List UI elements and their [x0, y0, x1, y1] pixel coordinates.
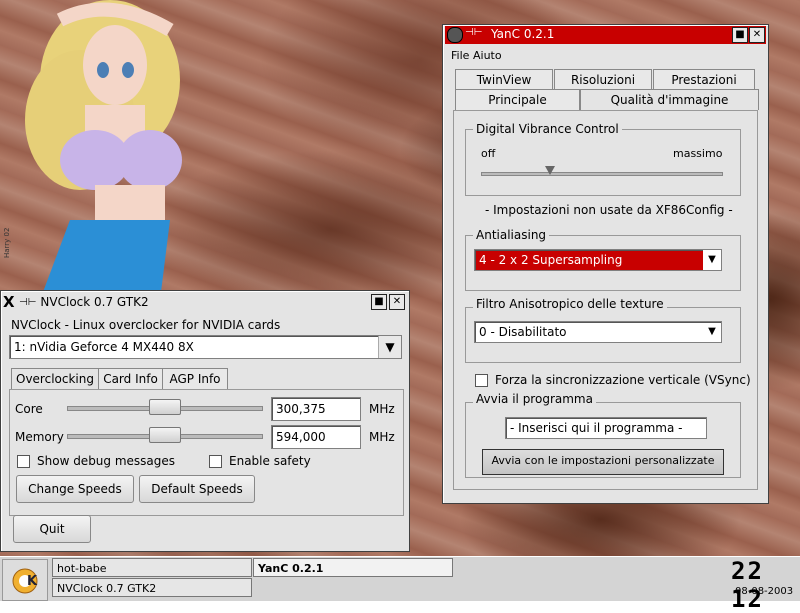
pin-icon[interactable]: ⊣⊢ — [465, 27, 482, 38]
tab-label: TwinView — [476, 73, 532, 87]
window-title: NVClock 0.7 GTK2 — [40, 295, 149, 309]
clock-date: 08-08-2003 — [735, 586, 794, 597]
svg-text:K: K — [27, 574, 38, 589]
task-label: YanC 0.2.1 — [258, 562, 324, 575]
program-input-value: - Inserisci qui il programma - — [510, 421, 683, 435]
task-yanc[interactable]: YanC 0.2.1 — [253, 558, 453, 577]
chevron-down-icon[interactable]: ▼ — [703, 250, 721, 270]
program-input[interactable]: - Inserisci qui il programma - — [505, 417, 707, 439]
safety-label: Enable safety — [229, 454, 311, 468]
task-hot-babe[interactable]: hot-babe — [52, 558, 252, 577]
chevron-down-icon[interactable]: ▼ — [378, 336, 401, 358]
tab-label: Qualità d'immagine — [610, 93, 729, 107]
memory-label: Memory — [15, 430, 64, 444]
app-subtitle: NVClock - Linux overclocker for NVIDIA c… — [11, 318, 281, 332]
tab-principale[interactable]: Principale — [455, 89, 580, 110]
tab-twinview[interactable]: TwinView — [455, 69, 553, 90]
x-logo-icon[interactable]: X — [3, 293, 17, 311]
dvc-group — [465, 129, 741, 196]
tab-label: Principale — [488, 93, 547, 107]
default-speeds-button[interactable]: Default Speeds — [139, 475, 255, 503]
core-input[interactable]: 300,375 — [271, 397, 361, 421]
task-label: hot-babe — [57, 562, 107, 575]
close-button[interactable]: ✕ — [749, 27, 765, 43]
debug-label: Show debug messages — [37, 454, 176, 468]
chevron-down-icon[interactable]: ▼ — [703, 322, 721, 342]
tab-prestazioni[interactable]: Prestazioni — [653, 69, 755, 90]
vsync-label: Forza la sincronizzazione verticale (VSy… — [495, 373, 751, 387]
launch-button[interactable]: Avvia con le impostazioni personalizzate — [482, 449, 724, 475]
debug-checkbox[interactable] — [17, 455, 30, 468]
memory-slider-thumb[interactable] — [149, 427, 181, 443]
wallpaper-signature: Harry 02 — [3, 227, 11, 258]
clock[interactable]: 22 12 08-08-2003 — [729, 557, 799, 613]
window-title: YanC 0.2.1 — [491, 27, 555, 41]
clock-time: 22 12 — [731, 557, 764, 613]
nvclock-window: X ⊣⊢ NVClock 0.7 GTK2 ■ ✕ NVClock - Linu… — [0, 290, 410, 552]
aniso-value: 0 - Disabilitato — [479, 325, 567, 339]
yanc-titlebar[interactable]: ⊣⊢ YanC 0.2.1 ■ ✕ — [445, 26, 766, 44]
menu-file[interactable]: File — [451, 49, 469, 62]
memory-unit: MHz — [369, 430, 395, 444]
core-value: 300,375 — [276, 402, 326, 416]
quit-button[interactable]: Quit — [13, 515, 91, 543]
tab-risoluzioni[interactable]: Risoluzioni — [554, 69, 652, 90]
anime-girl-wallpaper — [25, 0, 182, 300]
tab-card-info[interactable]: Card Info — [98, 368, 163, 389]
antialiasing-select[interactable]: 4 - 2 x 2 Supersampling ▼ — [474, 249, 722, 271]
core-label: Core — [15, 402, 43, 416]
antialiasing-group-label: Antialiasing — [473, 228, 550, 242]
launch-group-label: Avvia il programma — [473, 392, 596, 406]
memory-input[interactable]: 594,000 — [271, 425, 361, 449]
menu-aiuto[interactable]: Aiuto — [473, 49, 502, 62]
maximize-button[interactable]: ■ — [732, 27, 748, 43]
kde-menu-button[interactable]: K — [2, 559, 48, 601]
card-select[interactable]: 1: nVidia Geforce 4 MX440 8X ▼ — [9, 335, 402, 359]
tab-label: Card Info — [103, 372, 158, 386]
safety-checkbox[interactable] — [209, 455, 222, 468]
xf86-note: - Impostazioni non usate da XF86Config - — [485, 203, 733, 217]
tab-label: Overclocking — [16, 372, 94, 386]
tab-agp-info[interactable]: AGP Info — [162, 368, 228, 389]
maximize-button[interactable]: ■ — [371, 294, 387, 310]
aniso-select[interactable]: 0 - Disabilitato ▼ — [474, 321, 722, 343]
antialiasing-value: 4 - 2 x 2 Supersampling — [479, 253, 623, 267]
dvc-slider-thumb[interactable] — [545, 166, 556, 175]
tab-overclocking[interactable]: Overclocking — [11, 368, 99, 389]
tab-label: Prestazioni — [671, 73, 737, 87]
dvc-off-label: off — [481, 147, 496, 160]
task-nvclock[interactable]: NVClock 0.7 GTK2 — [52, 578, 252, 597]
x-logo-icon[interactable] — [447, 27, 463, 43]
taskbar: K hot-babe NVClock 0.7 GTK2 YanC 0.2.1 2… — [0, 556, 800, 613]
task-label: NVClock 0.7 GTK2 — [57, 582, 157, 595]
tab-label: AGP Info — [169, 372, 221, 386]
memory-value: 594,000 — [276, 430, 326, 444]
dvc-slider-track[interactable] — [481, 172, 723, 176]
aniso-group-label: Filtro Anisotropico delle texture — [473, 297, 667, 311]
nvclock-titlebar[interactable]: X ⊣⊢ NVClock 0.7 GTK2 ■ ✕ — [3, 293, 407, 311]
change-speeds-button[interactable]: Change Speeds — [16, 475, 134, 503]
tab-label: Risoluzioni — [570, 73, 636, 87]
vsync-checkbox[interactable] — [475, 374, 488, 387]
close-button[interactable]: ✕ — [389, 294, 405, 310]
pin-icon[interactable]: ⊣⊢ — [19, 297, 36, 308]
card-select-value: 1: nVidia Geforce 4 MX440 8X — [14, 340, 194, 354]
kde-gear-icon: K — [12, 568, 38, 594]
dvc-group-label: Digital Vibrance Control — [473, 122, 622, 136]
core-slider-thumb[interactable] — [149, 399, 181, 415]
core-unit: MHz — [369, 402, 395, 416]
tab-qualita-immagine[interactable]: Qualità d'immagine — [580, 89, 759, 110]
dvc-max-label: massimo — [673, 147, 723, 160]
yanc-window: ⊣⊢ YanC 0.2.1 ■ ✕ File Aiuto TwinView Ri… — [442, 24, 769, 504]
